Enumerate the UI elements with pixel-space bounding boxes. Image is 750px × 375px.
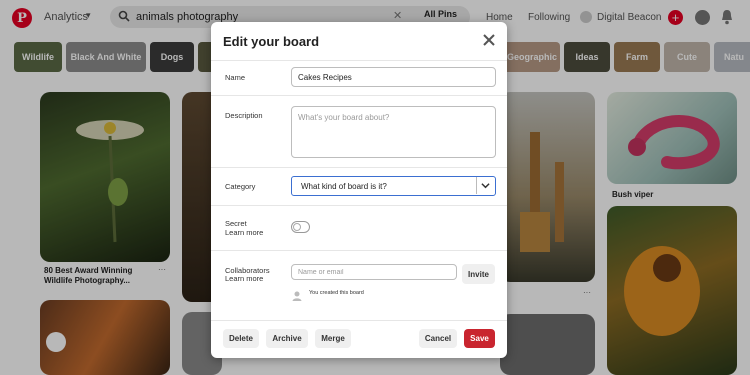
divider [211,167,507,168]
category-label: Category [225,182,256,191]
cancel-button[interactable]: Cancel [419,329,457,348]
divider [211,320,507,321]
delete-button[interactable]: Delete [223,329,259,348]
dialog-title: Edit your board [223,34,320,49]
invite-button[interactable]: Invite [462,264,495,284]
name-label: Name [225,73,246,82]
category-selected-value: What kind of board is it? [301,182,387,191]
merge-button[interactable]: Merge [315,329,351,348]
select-separator [476,177,477,194]
divider [211,95,507,96]
description-label: Description [225,111,263,120]
divider [211,60,507,61]
collaborators-learn-more-link[interactable]: Learn more [225,274,263,283]
divider [211,205,507,206]
board-name-input[interactable] [291,67,496,87]
divider [211,250,507,251]
edit-board-dialog: Edit your board Name Description Categor… [211,22,507,358]
board-description-input[interactable] [291,106,496,158]
archive-button[interactable]: Archive [266,329,308,348]
chevron-down-icon [481,183,490,189]
secret-label: Secret [225,219,247,228]
toggle-knob [293,223,301,231]
user-avatar-icon [292,291,302,301]
board-creator-note: You created this board [309,290,364,296]
secret-learn-more-link[interactable]: Learn more [225,228,263,237]
save-button[interactable]: Save [464,329,495,348]
category-select[interactable]: What kind of board is it? [291,176,496,196]
collaborator-email-input[interactable] [291,264,457,280]
secret-toggle[interactable] [291,221,310,233]
close-icon[interactable] [481,32,497,48]
